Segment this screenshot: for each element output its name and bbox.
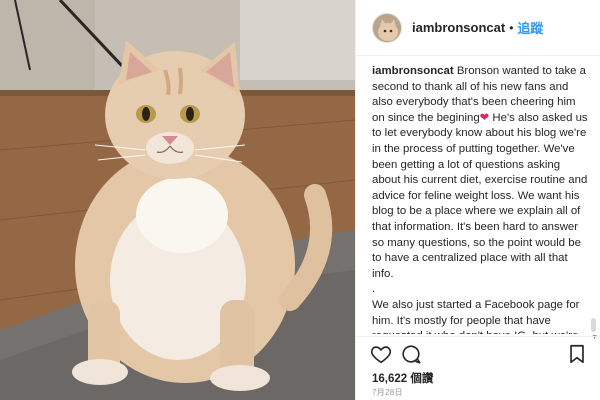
caption-scrollbar[interactable] bbox=[591, 318, 596, 332]
speech-bubble-icon bbox=[402, 345, 421, 364]
post-date: 7月28日 bbox=[372, 388, 403, 397]
post-header: iambronsoncat • 追蹤 bbox=[356, 0, 600, 56]
heart-emoji-icon: ❤ bbox=[479, 111, 490, 124]
save-button[interactable] bbox=[566, 343, 588, 365]
likes-count[interactable]: 16,622 個讚 bbox=[372, 370, 433, 386]
caption-paragraph-1: iambronsoncat Bronson wanted to take a s… bbox=[372, 64, 590, 282]
avatar[interactable] bbox=[372, 12, 402, 43]
post-photo[interactable] bbox=[0, 0, 355, 400]
post-side-panel: iambronsoncat • 追蹤 iambronsoncat Bronson… bbox=[355, 0, 600, 400]
cat-photo-illustration bbox=[0, 0, 355, 400]
heart-outline-icon bbox=[370, 346, 392, 364]
bookmark-icon bbox=[570, 344, 584, 364]
header-separator: • bbox=[509, 20, 514, 35]
follow-button[interactable]: 追蹤 bbox=[517, 18, 543, 37]
like-button[interactable] bbox=[370, 343, 392, 365]
post-caption: iambronsoncat Bronson wanted to take a s… bbox=[372, 64, 590, 334]
comment-button[interactable] bbox=[400, 343, 422, 365]
caption-paragraph-2: We also just started a Facebook page for… bbox=[372, 298, 580, 334]
caption-username[interactable]: iambronsoncat bbox=[372, 65, 454, 77]
header-username[interactable]: iambronsoncat bbox=[412, 20, 505, 35]
caption-separator-dot: . bbox=[372, 283, 376, 296]
avatar-cat-icon bbox=[373, 13, 401, 42]
caption-text-part2: He's also asked us to let everybody know… bbox=[372, 111, 588, 280]
